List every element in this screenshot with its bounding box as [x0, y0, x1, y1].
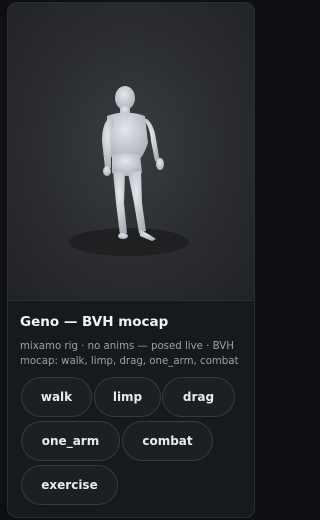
anim-chip-limp[interactable]: limp	[94, 377, 161, 417]
floor-shadow	[69, 228, 189, 256]
anim-chip-drag[interactable]: drag	[162, 377, 235, 417]
anim-chip-exercise[interactable]: exercise	[21, 465, 118, 505]
mannequin	[102, 86, 164, 241]
character-title: Geno — BVH mocap	[20, 314, 169, 330]
anim-chip-combat[interactable]: combat	[122, 421, 213, 461]
divider	[8, 300, 254, 301]
character-3d-viewport[interactable]	[8, 3, 254, 300]
character-figure	[69, 86, 189, 256]
character-description: mixamo rig · no anims — posed live · BVH…	[20, 341, 239, 367]
anim-chip-one-arm[interactable]: one_arm	[21, 421, 120, 461]
character-card: Geno — BVH mocap mixamo rig · no anims —…	[7, 2, 255, 518]
anim-chip-walk[interactable]: walk	[21, 377, 92, 417]
